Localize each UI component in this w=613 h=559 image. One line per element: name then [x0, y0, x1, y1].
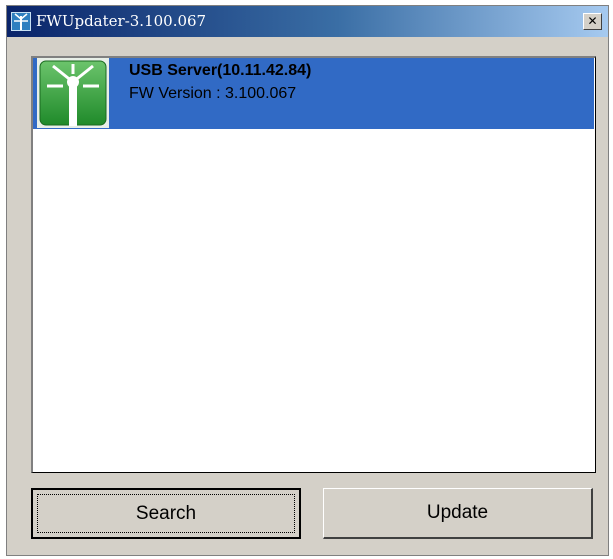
close-button[interactable]: ✕ [583, 13, 602, 30]
search-button[interactable]: Search [31, 488, 301, 539]
usb-server-device-icon [37, 58, 109, 128]
device-fw-version: FW Version : 3.100.067 [129, 85, 297, 102]
device-name: USB Server(10.11.42.84) [129, 62, 312, 79]
update-button-label: Update [426, 502, 489, 523]
close-icon: ✕ [587, 14, 598, 28]
device-list[interactable]: USB Server(10.11.42.84) FW Version : 3.1… [31, 56, 596, 473]
update-button[interactable]: Update [323, 488, 593, 539]
search-button-label: Search [135, 503, 197, 524]
list-item-device[interactable]: USB Server(10.11.42.84) FW Version : 3.1… [33, 58, 594, 129]
window-title: FWUpdater-3.100.067 [36, 12, 207, 30]
title-bar[interactable]: FWUpdater-3.100.067 ✕ [7, 6, 608, 37]
fwupdater-window: FWUpdater-3.100.067 ✕ USB Server(10.11.4… [6, 5, 609, 556]
fwupdater-app-icon [11, 12, 31, 31]
